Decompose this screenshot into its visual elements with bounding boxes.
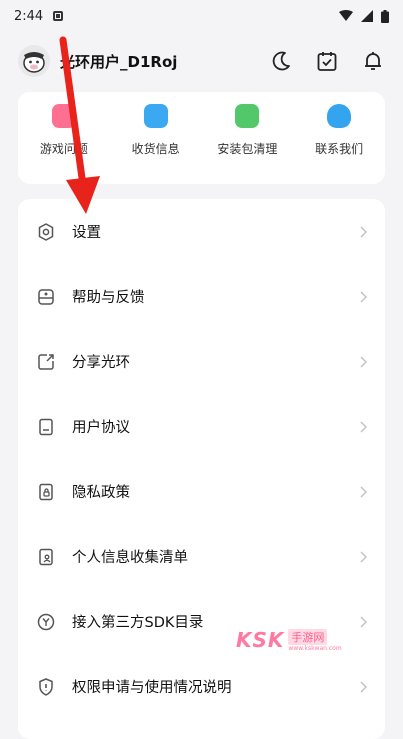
calendar-check-icon [317,52,337,71]
help-feedback-icon [36,287,56,307]
shortcut-game-issues[interactable]: 游戏问题 [24,98,104,157]
menu-item-label: 分享光环 [72,355,130,371]
chevron-right-icon [357,290,369,303]
bell-icon [365,52,381,70]
menu-item-label: 接入第三方SDK目录 [72,615,204,631]
status-time: 2:44 [14,8,44,24]
watermark-brand: KSK [236,628,285,652]
watermark-url: www.kskwan.com [288,644,342,652]
status-bar: 2:44 [0,0,403,32]
menu-item-personal-info-list[interactable]: 个人信息收集清单 [18,524,385,589]
shortcut-contact-us[interactable]: 联系我们 [299,98,379,157]
watermark-cn: 手游网 [288,628,328,645]
menu-item-label: 个人信息收集清单 [72,550,188,566]
battery-icon [381,9,389,23]
status-icons [339,9,389,23]
check-in-button[interactable] [315,49,339,73]
menu-item-permission-usage[interactable]: 权限申请与使用情况说明 [18,654,385,719]
cow-avatar-icon [23,52,45,73]
chevron-right-icon [357,550,369,563]
menu-item-user-agreement[interactable]: 用户协议 [18,394,385,459]
menu-item-label: 设置 [72,225,101,241]
chevron-right-icon [357,420,369,433]
notifications-button[interactable] [361,49,385,73]
header-actions [269,49,385,73]
ksk-watermark: KSK 手游网 www.kskwan.com [236,626,354,654]
moon-icon [272,51,290,71]
avatar[interactable] [18,45,50,77]
username[interactable]: 光环用户_D1Roj [60,51,177,72]
gear-icon [36,222,56,242]
shortcut-label: 联系我们 [315,142,364,156]
shortcut-label: 游戏问题 [39,142,88,156]
signal-icon [361,10,373,22]
settings-menu: 设置 帮助与反馈 分享光环 用户协议 隐私政策 个人信息收集清单 接入第三方SD… [18,199,385,739]
shortcut-card: 游戏问题 收货信息 安装包清理 联系我们 [18,92,385,184]
game-issue-icon [51,104,76,128]
personal-info-icon [36,547,56,567]
menu-item-privacy-policy[interactable]: 隐私政策 [18,459,385,524]
profile-header: 光环用户_D1Roj [0,36,403,86]
chevron-right-icon [357,225,369,238]
share-icon [36,352,56,372]
contact-icon [327,104,352,128]
chevron-right-icon [357,615,369,628]
menu-item-help-feedback[interactable]: 帮助与反馈 [18,264,385,329]
wifi-icon [339,10,353,21]
shortcut-label: 安装包清理 [217,142,278,156]
delivery-info-icon [143,104,168,128]
menu-item-share[interactable]: 分享光环 [18,329,385,394]
menu-item-label: 权限申请与使用情况说明 [72,680,232,696]
watermark-box: 手游网 www.kskwan.com [288,628,342,652]
menu-item-label: 隐私政策 [72,485,130,501]
chevron-right-icon [357,485,369,498]
notification-icon [53,11,64,21]
privacy-icon [36,482,56,502]
android-cleanup-icon [235,104,260,128]
shortcut-label: 收货信息 [131,142,180,156]
sdk-icon [36,612,56,632]
chevron-right-icon [357,355,369,368]
shortcut-package-cleanup[interactable]: 安装包清理 [207,98,287,157]
menu-item-label: 帮助与反馈 [72,290,145,306]
chevron-right-icon [357,680,369,693]
menu-item-label: 用户协议 [72,420,130,436]
night-mode-button[interactable] [269,49,293,73]
agreement-icon [36,417,56,437]
menu-item-settings[interactable]: 设置 [18,199,385,264]
shortcut-delivery-info[interactable]: 收货信息 [116,98,196,157]
permission-icon [36,677,56,697]
